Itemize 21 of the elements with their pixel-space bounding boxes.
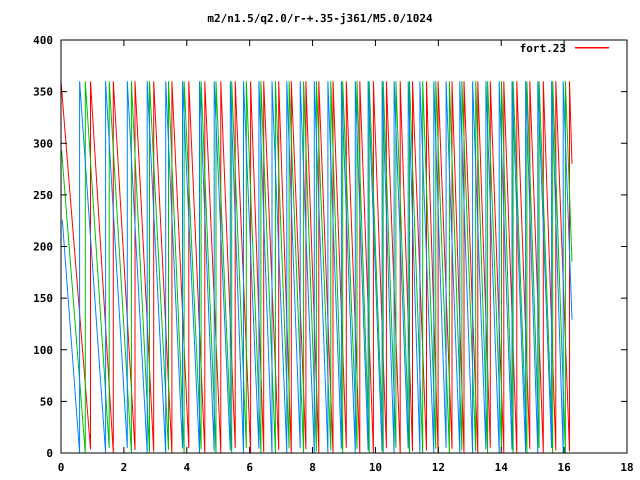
- x-tick-label: 0: [58, 461, 64, 474]
- x-tick-label: 14: [494, 461, 508, 474]
- y-tick-label: 200: [33, 240, 53, 254]
- y-tick-label: 150: [33, 292, 53, 306]
- x-tick-label: 8: [309, 461, 316, 474]
- y-tick-label: 350: [33, 86, 53, 99]
- x-tick-label: 12: [432, 461, 445, 474]
- chart-title: m2/n1.5/q2.0/r-+.35-j361/M5.0/1024: [207, 12, 433, 25]
- x-tick-label: 6: [246, 461, 253, 474]
- x-tick-label: 16: [557, 461, 571, 474]
- y-tick-label: 50: [40, 395, 53, 408]
- x-tick-label: 4: [183, 461, 190, 474]
- y-tick-label: 300: [33, 137, 53, 150]
- x-tick-label: 10: [368, 461, 382, 474]
- y-tick-label: 250: [33, 188, 53, 202]
- y-tick-label: 400: [33, 34, 53, 47]
- x-tick-label: 18: [620, 461, 634, 474]
- legend-label: fort.23: [520, 42, 566, 55]
- x-tick-label: 2: [120, 461, 128, 474]
- y-tick-label: 0: [46, 447, 53, 460]
- y-tick-label: 100: [33, 344, 53, 357]
